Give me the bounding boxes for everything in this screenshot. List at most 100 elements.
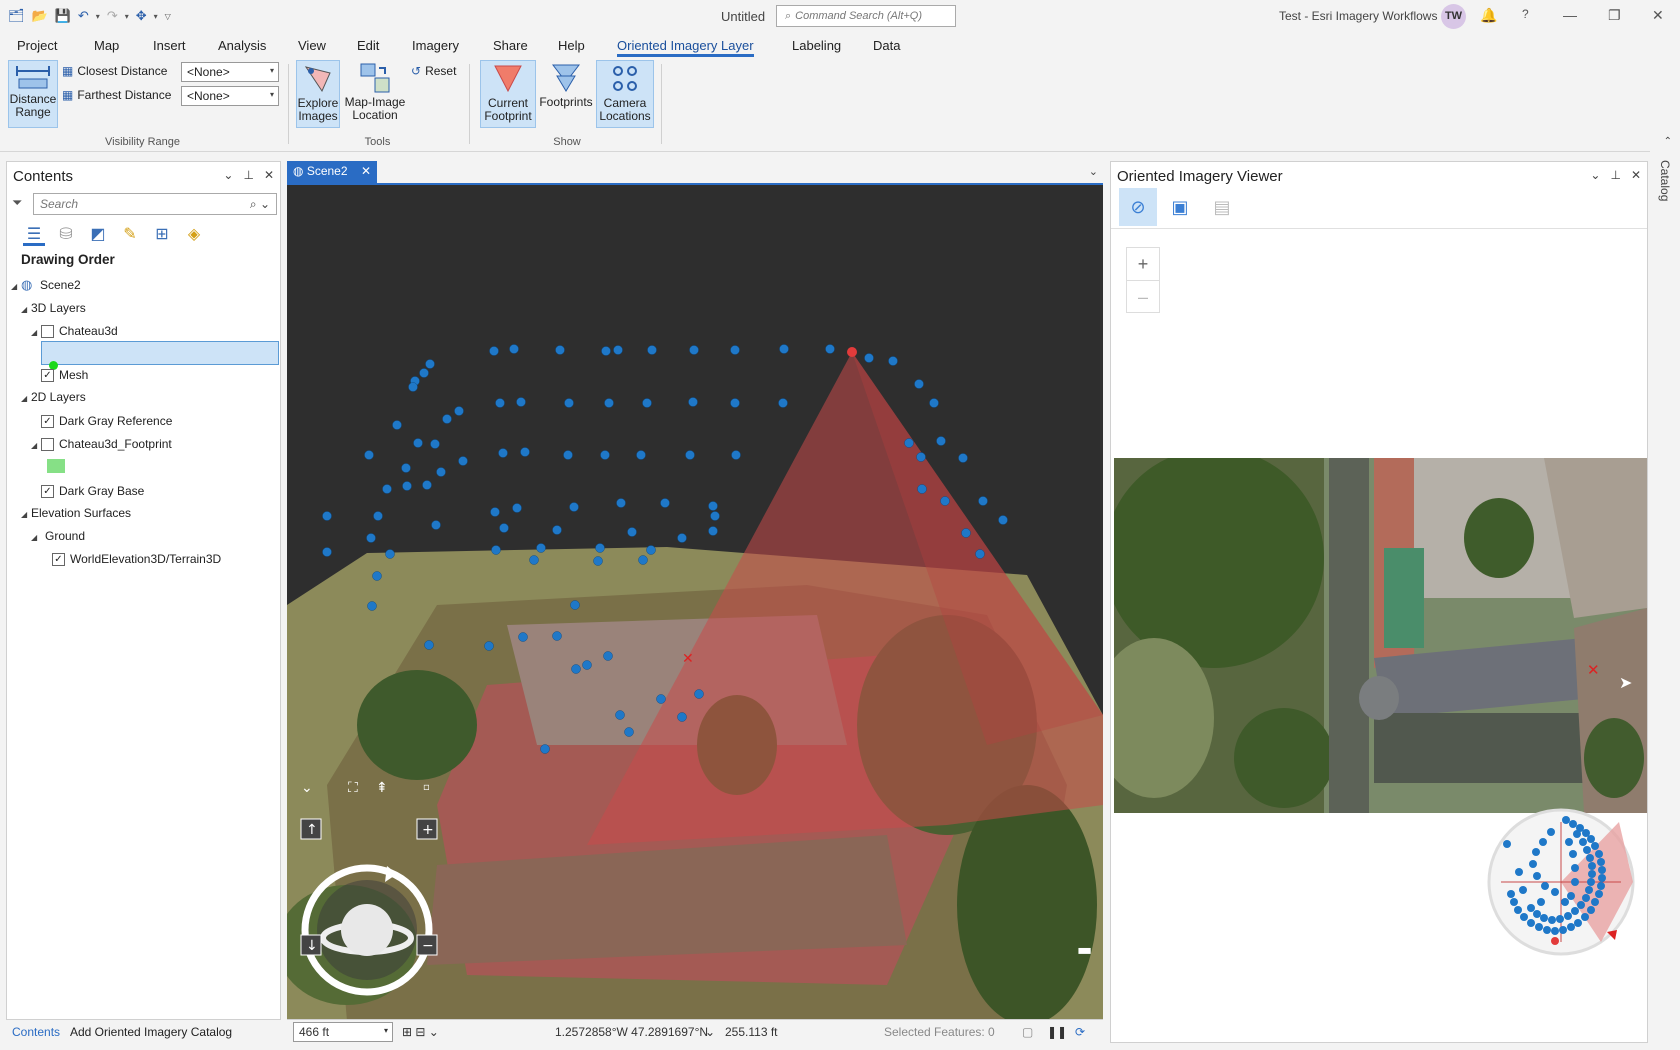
chateau3d-checkbox[interactable]	[41, 325, 54, 338]
tab-help[interactable]: Help	[558, 38, 585, 53]
tab-map[interactable]: Map	[94, 38, 119, 53]
refresh-icon[interactable]: ⟳	[1075, 1025, 1085, 1039]
tab-project[interactable]: Project	[17, 38, 57, 53]
tab-labeling[interactable]: Labeling	[792, 38, 841, 53]
camera-locations-button[interactable]: Camera Locations	[596, 60, 654, 128]
catalog-side-tab[interactable]: Catalog	[1650, 150, 1680, 1043]
redo-dropdown-icon[interactable]: ▾	[125, 12, 129, 21]
tab-imagery[interactable]: Imagery	[412, 38, 459, 53]
pin-icon[interactable]: ⊥	[243, 168, 253, 182]
tab-data[interactable]: Data	[873, 38, 900, 53]
grid-snap-icon[interactable]: ⊞ ⊟ ⌄	[402, 1025, 439, 1039]
navigate-compass-icon[interactable]: ⊘	[1119, 188, 1157, 226]
chevron-down-icon[interactable]: ⌄	[223, 168, 233, 182]
tab-contents[interactable]: Contents	[12, 1025, 60, 1039]
tree-item-dark-gray-base[interactable]: Dark Gray Base	[59, 484, 144, 498]
mesh-checkbox[interactable]: ✓	[41, 369, 54, 382]
minimize-icon[interactable]: —	[1563, 7, 1577, 23]
tab-edit[interactable]: Edit	[357, 38, 379, 53]
chevron-down-icon[interactable]: ⌄	[1590, 168, 1600, 182]
dark-gray-base-checkbox[interactable]: ✓	[41, 485, 54, 498]
chateau3d-footprint-checkbox[interactable]	[41, 438, 54, 451]
tree-item-scene2[interactable]: Scene2	[40, 278, 81, 292]
data-source-icon[interactable]: ⛁	[55, 224, 77, 246]
filter-icon[interactable]: ⏷	[12, 195, 22, 211]
drawing-order-icon[interactable]: ☰	[23, 224, 45, 246]
tree-item-elevation-surfaces[interactable]: Elevation Surfaces	[31, 506, 131, 520]
expand-triangle-icon[interactable]: ◢	[21, 305, 27, 314]
tree-item-chateau3d-footprint[interactable]: Chateau3d_Footprint	[59, 437, 172, 451]
oriented-image[interactable]: ✕ ➤	[1114, 458, 1647, 813]
tab-oriented-imagery-layer[interactable]: Oriented Imagery Layer	[617, 38, 754, 57]
close-icon[interactable]: ✕	[264, 168, 274, 182]
redo-icon[interactable]: ↷	[107, 8, 118, 24]
labeling-icon[interactable]: ◈	[183, 224, 205, 246]
tree-item-mesh[interactable]: Mesh	[59, 368, 88, 382]
close-icon[interactable]: ✕	[1631, 168, 1641, 182]
pin-icon[interactable]: ⊥	[1610, 168, 1620, 182]
command-search-input[interactable]: ⌕ Command Search (Alt+Q)	[776, 5, 956, 27]
closest-distance-icon: ▦	[62, 64, 74, 78]
farthest-distance-label: ▦ Farthest Distance	[62, 88, 172, 102]
new-project-icon[interactable]: 🗂	[8, 8, 25, 24]
expand-triangle-icon[interactable]: ◢	[31, 328, 37, 337]
tab-analysis[interactable]: Analysis	[218, 38, 266, 53]
editing-icon[interactable]: ✎	[119, 224, 141, 246]
tree-item-chateau3d[interactable]: Chateau3d	[59, 324, 118, 338]
save-project-icon[interactable]: 💾	[55, 8, 71, 24]
undo-icon[interactable]: ↶	[78, 8, 89, 24]
tab-add-oriented-imagery-catalog[interactable]: Add Oriented Imagery Catalog	[70, 1025, 232, 1039]
snapping-icon[interactable]: ⊞	[151, 224, 173, 246]
tab-scene2[interactable]: ◍ Scene2 ✕	[287, 161, 377, 183]
selection-icon[interactable]: ▢	[1022, 1025, 1033, 1039]
expand-triangle-icon[interactable]: ◢	[31, 533, 37, 542]
footprints-button[interactable]: Footprints	[538, 60, 594, 128]
scene-3d-view[interactable]: ✕ ⌄ ⛶ ⇞ ▫ ↑ + ↓ − ▬	[287, 183, 1103, 1019]
user-avatar[interactable]: TW	[1441, 4, 1466, 29]
chevron-down-icon[interactable]: ⌄	[705, 1025, 715, 1039]
help-icon[interactable]: ?	[1522, 7, 1529, 21]
scale-select[interactable]: 466 ft ▾	[293, 1022, 393, 1042]
explore-images-button[interactable]: Explore Images	[296, 60, 340, 128]
contents-search-input[interactable]: Search ⌕ ⌄	[33, 193, 277, 215]
tab-view[interactable]: View	[298, 38, 326, 53]
map-image-location-button[interactable]: Map-Image Location	[343, 60, 407, 128]
expand-triangle-icon[interactable]: ◢	[21, 510, 27, 519]
tab-share[interactable]: Share	[493, 38, 528, 53]
close-icon[interactable]: ✕	[361, 164, 371, 178]
dark-gray-reference-checkbox[interactable]: ✓	[41, 415, 54, 428]
navigate-dropdown-icon[interactable]: ▾	[154, 12, 158, 21]
tree-item-dark-gray-reference[interactable]: Dark Gray Reference	[59, 414, 172, 428]
navigate-icon[interactable]: ✥	[136, 8, 147, 24]
undo-dropdown-icon[interactable]: ▾	[96, 12, 100, 21]
collapse-ribbon-icon[interactable]: ⌃	[1664, 136, 1672, 147]
pause-icon[interactable]: ❚❚	[1047, 1025, 1067, 1039]
reset-button[interactable]: ↺ Reset	[411, 64, 456, 78]
current-footprint-button[interactable]: Current Footprint	[480, 60, 536, 128]
camera-locations-icon	[613, 66, 637, 91]
world-elevation-checkbox[interactable]: ✓	[52, 553, 65, 566]
expand-triangle-icon[interactable]: ◢	[31, 441, 37, 450]
distance-range-button[interactable]: Distance Range	[8, 60, 58, 128]
chevron-down-icon[interactable]: ⌄	[1089, 165, 1098, 178]
restore-icon[interactable]: ❐	[1608, 7, 1621, 24]
selection-view-icon[interactable]: ◩	[87, 224, 109, 246]
tree-item-world-elevation[interactable]: WorldElevation3D/Terrain3D	[70, 552, 221, 566]
expand-triangle-icon[interactable]: ◢	[21, 394, 27, 403]
farthest-distance-select[interactable]: <None> ▾	[181, 86, 279, 106]
zoom-out-button[interactable]: –	[1127, 280, 1159, 312]
image-gallery-icon[interactable]: ▤	[1203, 188, 1241, 226]
zoom-in-button[interactable]: +	[1127, 248, 1159, 280]
search-icon[interactable]: ⌕ ⌄	[250, 197, 270, 212]
tree-item-2d-layers[interactable]: 2D Layers	[31, 390, 86, 404]
close-icon[interactable]: ✕	[1652, 7, 1664, 24]
customize-qat-icon[interactable]: ▽	[165, 12, 171, 21]
tab-insert[interactable]: Insert	[153, 38, 186, 53]
tree-item-ground[interactable]: Ground	[45, 529, 85, 543]
notification-bell-icon[interactable]: 🔔	[1480, 7, 1497, 24]
open-project-icon[interactable]: 📂	[32, 8, 48, 24]
closest-distance-select[interactable]: <None> ▾	[181, 62, 279, 82]
image-enhance-icon[interactable]: ▣	[1161, 188, 1199, 226]
tree-item-3d-layers[interactable]: 3D Layers	[31, 301, 86, 315]
expand-triangle-icon[interactable]: ◢	[11, 282, 17, 291]
